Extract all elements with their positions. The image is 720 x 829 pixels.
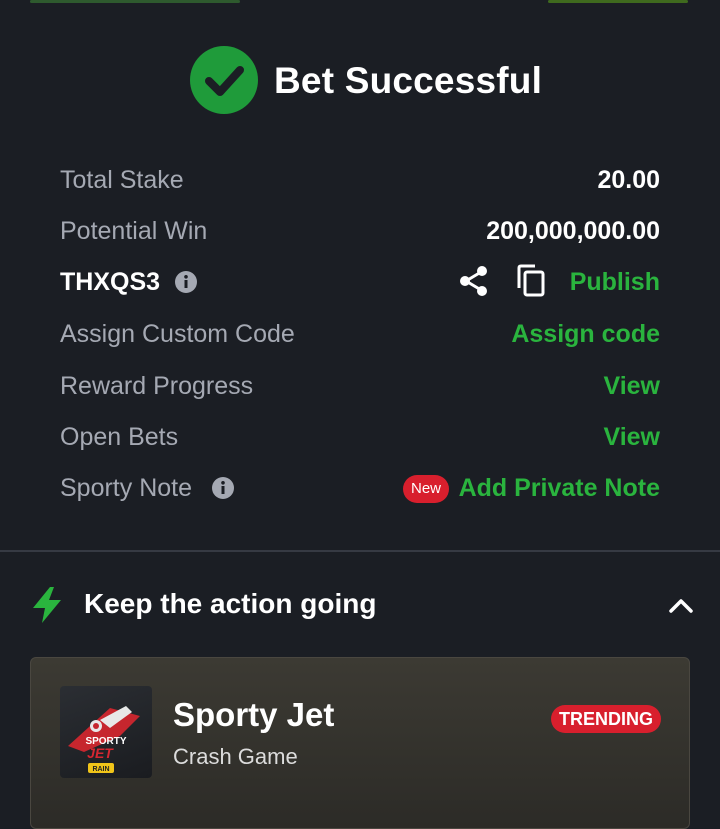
share-icon[interactable] [457, 264, 491, 298]
copy-icon[interactable] [515, 264, 547, 298]
potential-win-row: Potential Win 200,000,000.00 [60, 211, 660, 251]
game-card[interactable]: SPORTY JET RAIN Sporty Jet Crash Game TR… [30, 657, 690, 829]
booking-code-row: THXQS3 Publish [60, 262, 660, 302]
top-strip-left [30, 0, 240, 3]
sporty-note-label: Sporty Note [60, 474, 193, 502]
game-thumbnail: SPORTY JET RAIN [60, 686, 152, 778]
reward-progress-label: Reward Progress [60, 372, 254, 400]
thumb-text-jet: JET [87, 745, 114, 761]
assign-code-button[interactable]: Assign code [511, 320, 660, 349]
booking-code: THXQS3 [60, 268, 161, 296]
keep-action-section-header[interactable]: Keep the action going [0, 580, 720, 630]
chevron-up-icon[interactable] [666, 592, 696, 618]
add-private-note-button[interactable]: Add Private Note [459, 474, 660, 503]
reward-progress-view-link[interactable]: View [603, 372, 660, 401]
sporty-note-row: Sporty Note New Add Private Note [60, 468, 660, 508]
lightning-bolt-icon [33, 587, 61, 623]
total-stake-label: Total Stake [60, 166, 184, 194]
game-name: Sporty Jet [173, 696, 335, 733]
total-stake-row: Total Stake 20.00 [60, 160, 660, 200]
publish-button[interactable]: Publish [570, 268, 660, 297]
trending-badge: TRENDING [551, 705, 661, 733]
open-bets-view-link[interactable]: View [603, 423, 660, 452]
potential-win-value: 200,000,000.00 [486, 217, 660, 245]
total-stake-value: 20.00 [597, 166, 660, 194]
game-type: Crash Game [173, 744, 298, 769]
info-icon[interactable] [174, 270, 198, 294]
assign-code-label: Assign Custom Code [60, 320, 295, 348]
thumb-text-rain: RAIN [92, 766, 109, 773]
page-title: Bet Successful [274, 60, 543, 101]
open-bets-row: Open Bets View [60, 417, 660, 457]
potential-win-label: Potential Win [60, 217, 208, 245]
divider [0, 550, 720, 552]
info-icon[interactable] [211, 476, 235, 500]
open-bets-label: Open Bets [60, 423, 179, 451]
success-header: Bet Successful [0, 46, 720, 116]
reward-progress-row: Reward Progress View [60, 366, 660, 406]
top-strip-right [548, 0, 688, 3]
check-circle-icon [190, 46, 258, 114]
top-strip [0, 0, 720, 5]
plane-logo-icon: SPORTY JET RAIN [68, 706, 140, 773]
new-badge: New [403, 475, 450, 503]
section-title: Keep the action going [84, 588, 377, 619]
assign-code-row: Assign Custom Code Assign code [60, 314, 660, 354]
